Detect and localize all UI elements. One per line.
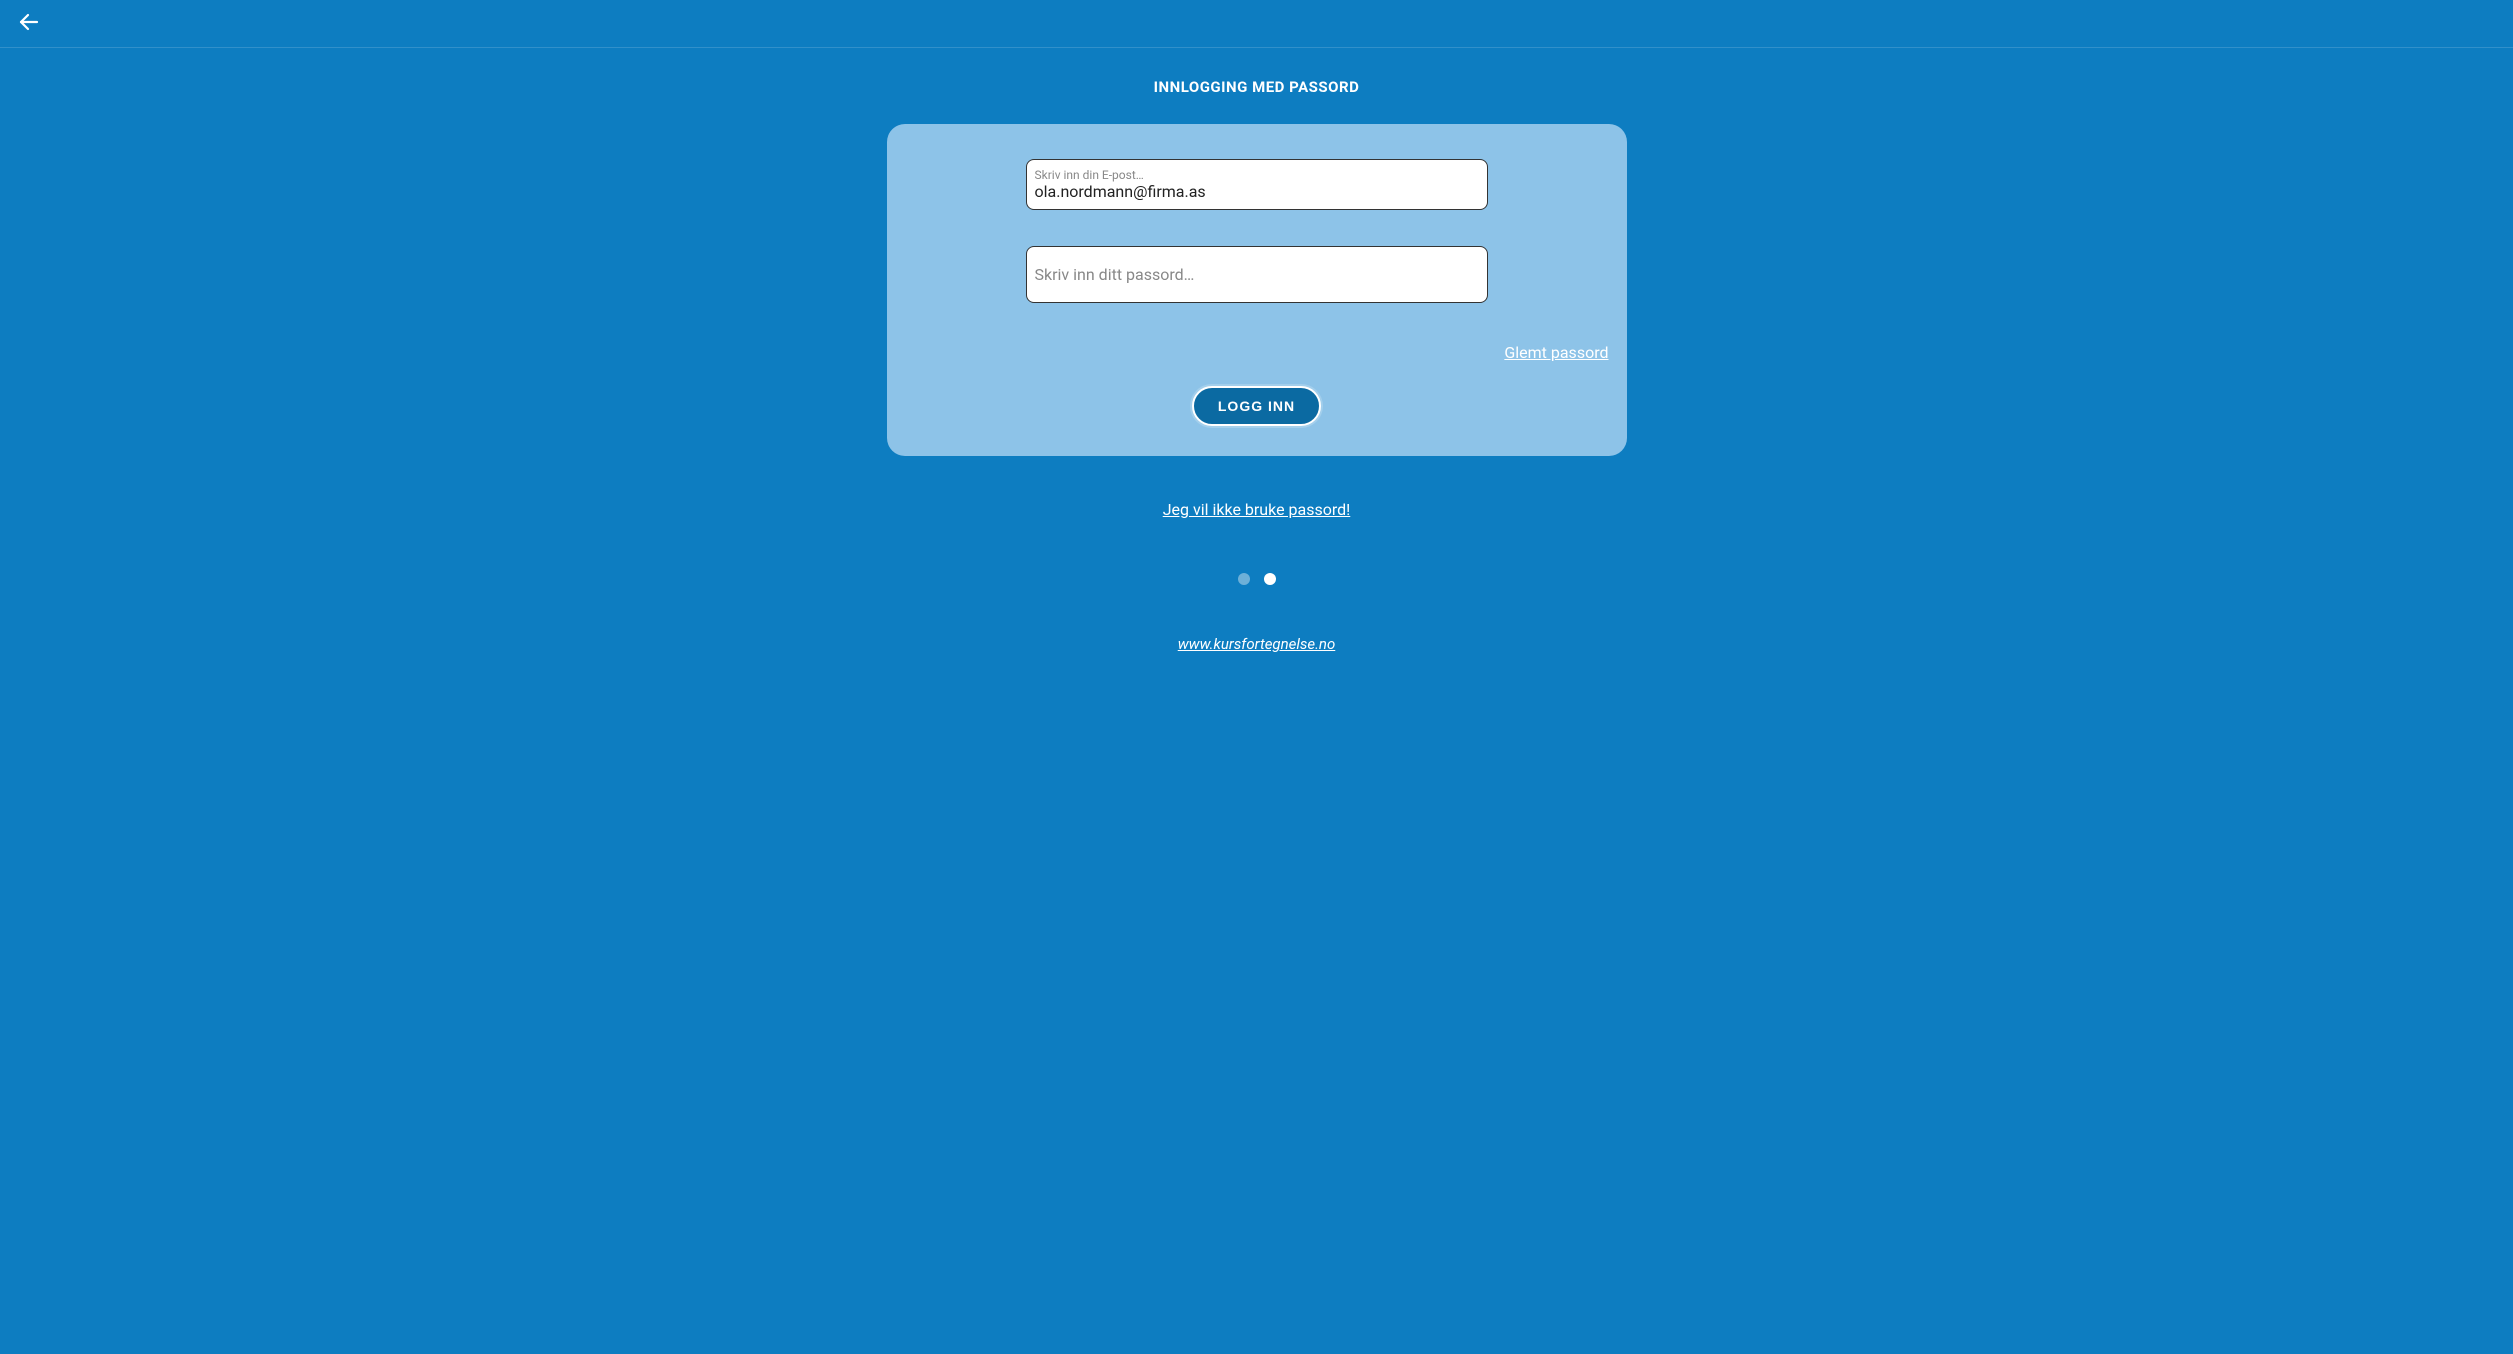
no-password-link[interactable]: Jeg vil ikke bruke passord! xyxy=(1163,500,1351,519)
pagination-dots xyxy=(1238,573,1276,585)
pagination-dot-1[interactable] xyxy=(1264,573,1276,585)
email-label: Skriv inn din E-post… xyxy=(1035,168,1479,182)
password-field[interactable] xyxy=(1035,265,1479,284)
header-bar xyxy=(0,0,2513,48)
arrow-left-icon xyxy=(17,10,41,37)
email-input-wrapper[interactable]: Skriv inn din E-post… xyxy=(1026,159,1488,210)
forgot-row: Glemt passord xyxy=(905,343,1609,362)
password-input-wrapper[interactable] xyxy=(1026,246,1488,303)
footer-link[interactable]: www.kursfortegnelse.no xyxy=(1178,635,1336,653)
main-content: INNLOGGING MED PASSORD Skriv inn din E-p… xyxy=(0,48,2513,653)
back-button[interactable] xyxy=(15,10,43,38)
email-field[interactable] xyxy=(1035,182,1479,201)
login-card: Skriv inn din E-post… Glemt passord LOGG… xyxy=(887,124,1627,456)
pagination-dot-0[interactable] xyxy=(1238,573,1250,585)
page-title: INNLOGGING MED PASSORD xyxy=(1154,78,1360,96)
forgot-password-link[interactable]: Glemt passord xyxy=(1504,343,1608,362)
login-button[interactable]: LOGG INN xyxy=(1192,386,1321,426)
